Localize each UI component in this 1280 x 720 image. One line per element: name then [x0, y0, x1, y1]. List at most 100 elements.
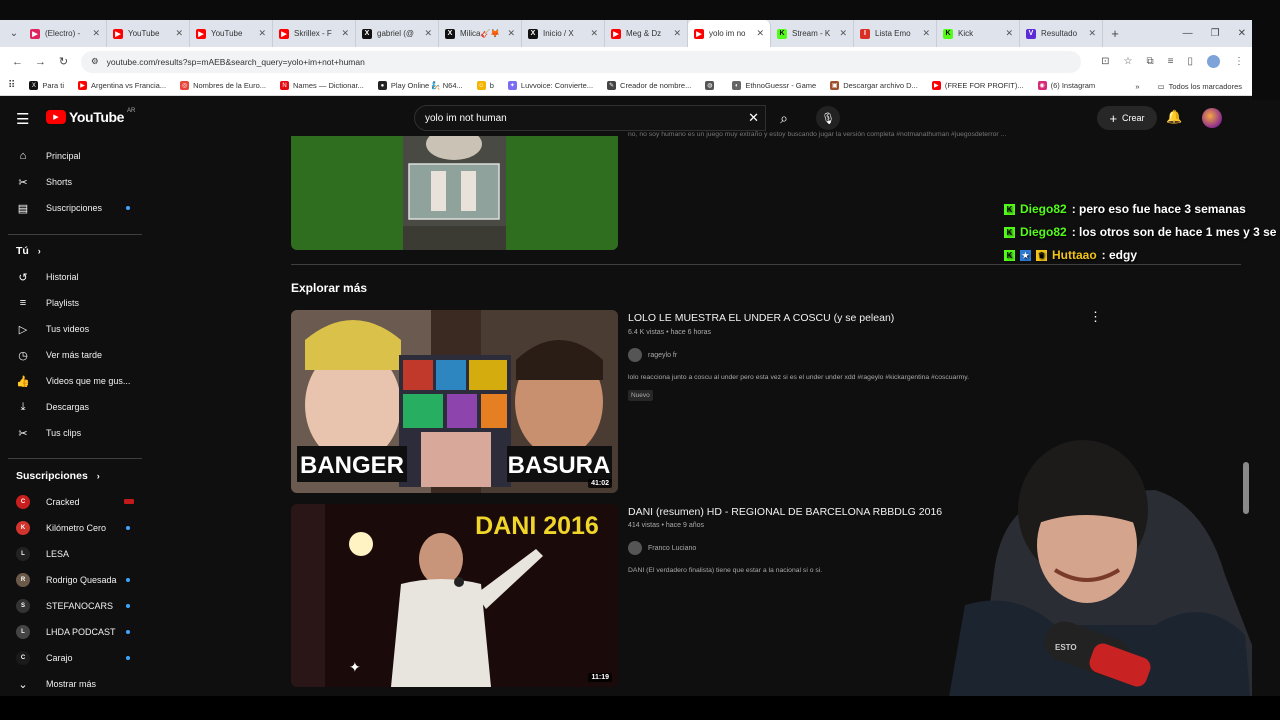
video-title[interactable]: DANI (resumen) HD - REGIONAL DE BARCELON… — [628, 506, 942, 518]
tab-close-icon[interactable]: ✕ — [756, 28, 764, 39]
youtube-logo[interactable]: ▶ YouTube AR — [46, 108, 135, 125]
browser-tab[interactable]: V Resultado ✕ — [1020, 20, 1103, 47]
subscription-channel[interactable]: L LHDA PODCAST — [0, 619, 150, 645]
bookmark-item[interactable]: ● Play Online 🧞 N64... — [377, 81, 463, 90]
video-options-icon[interactable]: ⋮ — [1089, 309, 1102, 325]
site-info-icon[interactable]: ⚙ — [91, 56, 99, 67]
subscription-channel[interactable]: C Carajo — [0, 645, 150, 671]
apps-grid-icon[interactable]: ⠿ — [8, 80, 15, 91]
tab-close-icon[interactable]: ✕ — [258, 28, 266, 39]
browser-tab[interactable]: ▶ Skrillex - F ✕ — [273, 20, 356, 47]
browser-tab[interactable]: I Lista Emo ✕ — [854, 20, 937, 47]
search-icon[interactable]: ⌕ — [770, 105, 798, 131]
sidebar-item[interactable]: ≡ Playlists — [0, 290, 150, 316]
subscriptions-header[interactable]: Suscripciones › — [16, 470, 100, 482]
browser-tab[interactable]: Xgabriel (@ ✕ — [356, 20, 439, 47]
subscription-channel[interactable]: S STEFANOCARS — [0, 593, 150, 619]
browser-tab[interactable]: K Kick ✕ — [937, 20, 1020, 47]
bookmark-item[interactable]: ☺ b — [476, 81, 494, 90]
hamburger-menu-icon[interactable]: ☰ — [16, 110, 29, 128]
browser-tab[interactable]: ▶ yolo im no ✕ — [688, 20, 771, 47]
menu-icon[interactable]: ⋮ — [1234, 56, 1244, 67]
video-thumbnail[interactable]: BANGER BASURA 41:02 — [291, 310, 618, 493]
sidebar-item[interactable]: ◷ Ver más tarde — [0, 342, 150, 368]
sidebar-item[interactable]: ▷ Tus videos — [0, 316, 150, 342]
sidepanel-icon[interactable]: ▯ — [1187, 56, 1193, 67]
restore-icon[interactable]: ❐ — [1211, 28, 1220, 39]
tab-close-icon[interactable]: ✕ — [341, 28, 349, 39]
bookmark-item[interactable]: ▣ Descargar archivo D... — [830, 81, 918, 90]
account-avatar[interactable] — [1202, 108, 1222, 128]
tab-close-icon[interactable]: ✕ — [92, 28, 100, 39]
video-channel[interactable]: Franco Luciano — [628, 541, 696, 555]
bookmark-item[interactable]: ✦ Luvvoice: Convierte... — [507, 81, 593, 90]
browser-tab[interactable]: K Stream - K ✕ — [771, 20, 854, 47]
media-icon[interactable]: ≡ — [1168, 56, 1174, 67]
bookmark-star-icon[interactable]: ☆ — [1124, 56, 1133, 67]
show-more-button[interactable]: ⌄ Mostrar más — [0, 671, 150, 697]
tab-search-icon[interactable]: ⌄ — [4, 28, 24, 39]
sidebar-item[interactable]: ↺ Historial — [0, 264, 150, 290]
microphone-icon[interactable]: 🎙 — [816, 106, 840, 130]
bookmark-item[interactable]: ◉ (6) Instagram — [1037, 81, 1095, 90]
bookmark-item[interactable]: ▶ Argentina vs Francia... — [78, 81, 166, 90]
profile-icon[interactable] — [1207, 55, 1220, 68]
bookmark-item[interactable]: ◍ — [705, 81, 718, 90]
extensions-icon[interactable]: ⧉ — [1147, 56, 1154, 67]
browser-tab[interactable]: ▶ YouTube ✕ — [190, 20, 273, 47]
previous-video-thumbnail[interactable] — [291, 136, 618, 250]
kick-badge-icon: K — [1004, 249, 1015, 261]
sidebar-item[interactable]: ⌂ Principal — [0, 143, 150, 169]
video-thumbnail[interactable]: DANI 2016 ✦ 11:19 — [291, 504, 618, 687]
browser-tab[interactable]: ▶ (Electro) - ✕ — [24, 20, 107, 47]
search-input[interactable]: yolo im not human ✕ — [414, 105, 766, 131]
tab-close-icon[interactable]: ✕ — [1088, 28, 1096, 39]
url-field[interactable]: ⚙ youtube.com/results?sp=mAEB&search_que… — [81, 50, 1081, 73]
forward-icon[interactable]: → — [29, 56, 52, 68]
clear-search-icon[interactable]: ✕ — [748, 110, 759, 126]
video-title[interactable]: LOLO LE MUESTRA EL UNDER A COSCU (y se p… — [628, 312, 894, 324]
video-channel[interactable]: rageylo fr — [628, 348, 677, 362]
window-controls: — ❐ ✕ — [1183, 20, 1246, 47]
subscription-channel[interactable]: R Rodrigo Quesada — [0, 567, 150, 593]
subscription-channel[interactable]: C Cracked — [0, 489, 150, 515]
sidebar-item[interactable]: ✂ Shorts — [0, 169, 150, 195]
browser-tab[interactable]: X Inicio / X ✕ — [522, 20, 605, 47]
tab-close-icon[interactable]: ✕ — [175, 28, 183, 39]
create-button[interactable]: + Crear — [1097, 106, 1157, 130]
new-tab-button[interactable]: + — [1103, 26, 1127, 41]
subscription-channel[interactable]: K Kilómetro Cero — [0, 515, 150, 541]
tab-close-icon[interactable]: ✕ — [507, 28, 515, 39]
video-thumbnail-art: DANI 2016 ✦ — [291, 504, 618, 687]
sidebar-item[interactable]: ✂ Tus clips — [0, 420, 150, 446]
bookmark-item[interactable]: ✎ Creador de nombre... — [607, 81, 691, 90]
bookmark-item[interactable]: ▶ (FREE FOR PROFIT)... — [931, 81, 1024, 90]
sidebar-item[interactable]: ▤ Suscripciones — [0, 195, 150, 221]
bookmark-item[interactable]: ◐ EthnoGuessr - Game — [732, 81, 816, 90]
tab-close-icon[interactable]: ✕ — [839, 28, 847, 39]
tab-close-icon[interactable]: ✕ — [424, 28, 432, 39]
all-bookmarks-link[interactable]: Todos los marcadores — [1169, 82, 1242, 91]
bookmark-item[interactable]: X Para ti — [29, 81, 64, 90]
browser-tab[interactable]: ▶ YouTube ✕ — [107, 20, 190, 47]
minimize-icon[interactable]: — — [1183, 28, 1193, 39]
sidebar-item[interactable]: 👍 Videos que me gus... — [0, 368, 150, 394]
tab-close-icon[interactable]: ✕ — [673, 28, 681, 39]
close-window-icon[interactable]: ✕ — [1238, 28, 1246, 39]
notifications-bell-icon[interactable]: 🔔 — [1166, 109, 1182, 125]
bookmark-item[interactable]: ◎ Nombres de la Euro... — [180, 81, 266, 90]
tab-close-icon[interactable]: ✕ — [1005, 28, 1013, 39]
subscription-channel[interactable]: L LESA — [0, 541, 150, 567]
reload-icon[interactable]: ↻ — [52, 55, 75, 68]
browser-tab[interactable]: ▶ Meg & Dz ✕ — [605, 20, 688, 47]
thumb-text-right: BASURA — [508, 452, 611, 479]
tab-close-icon[interactable]: ✕ — [922, 28, 930, 39]
bookmarks-more-icon[interactable]: » — [1135, 82, 1139, 91]
install-icon[interactable]: ⊡ — [1101, 56, 1109, 67]
back-icon[interactable]: ← — [6, 56, 29, 68]
browser-tab[interactable]: X Milica🎸🦊 ✕ — [439, 20, 522, 47]
bookmark-item[interactable]: N Names — Dictionar... — [280, 81, 364, 90]
tab-close-icon[interactable]: ✕ — [590, 28, 598, 39]
you-section-header[interactable]: Tú › — [16, 245, 41, 257]
sidebar-item[interactable]: ⤓ Descargas — [0, 394, 150, 420]
